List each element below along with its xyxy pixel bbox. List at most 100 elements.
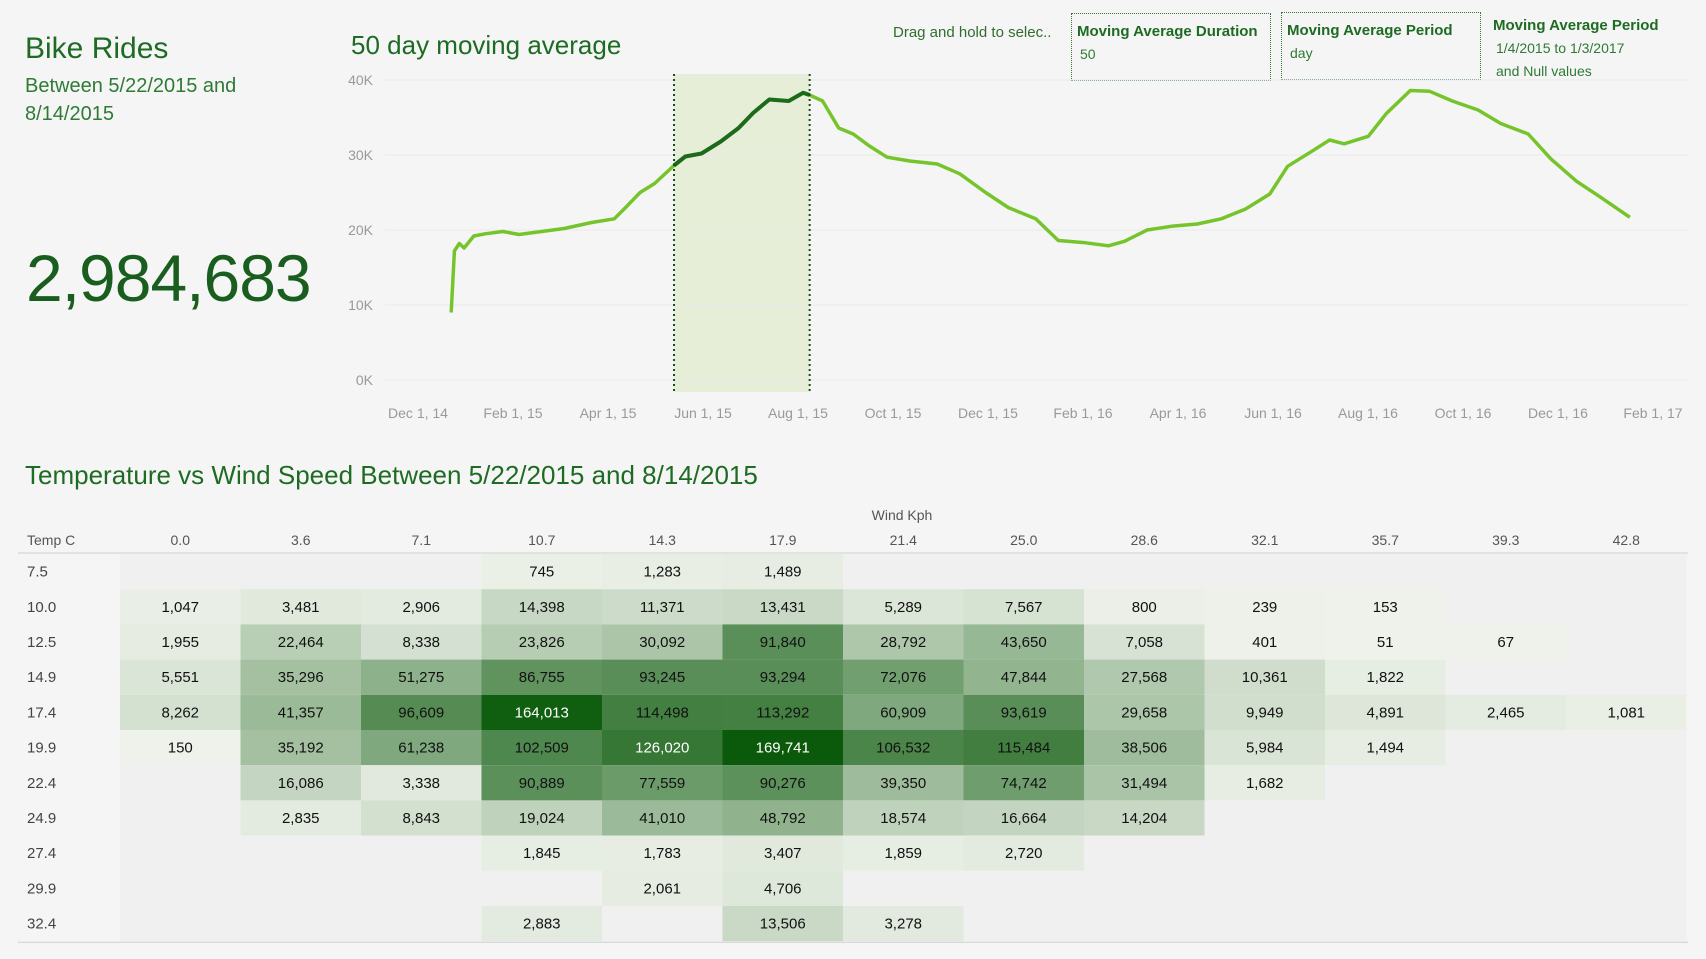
heatmap-empty-cell (1204, 554, 1325, 590)
column-header: 32.1 (1251, 532, 1278, 548)
heatmap-cell-label: 16,086 (278, 775, 324, 792)
heatmap-cell-label: 22,464 (278, 634, 324, 651)
heatmap-cell-label: 1,955 (161, 634, 199, 651)
heatmap-empty-cell (481, 870, 602, 906)
column-header: 3.6 (291, 532, 311, 548)
row-header: 17.4 (27, 704, 56, 721)
heatmap-cell-label: 13,506 (760, 916, 806, 933)
heatmap-empty-cell (1566, 800, 1687, 836)
heatmap-cell-label: 239 (1252, 599, 1277, 616)
heatmap-cell-label: 2,835 (282, 810, 320, 827)
heatmap-cell-label: 4,706 (764, 880, 802, 897)
heatmap-cell-label: 102,509 (515, 740, 569, 757)
heatmap-cell-label: 30,092 (639, 634, 685, 651)
heatmap-empty-cell (1325, 554, 1446, 590)
heatmap-cell-label: 19,024 (519, 810, 565, 827)
heatmap-cell-label: 61,238 (398, 740, 444, 757)
heatmap-cell-label: 1,494 (1366, 740, 1404, 757)
heatmap-cell-label: 23,826 (519, 634, 565, 651)
heatmap-cell-label: 35,296 (278, 669, 324, 686)
heatmap-cell-label: 800 (1132, 599, 1157, 616)
heatmap-empty-cell (1084, 835, 1205, 871)
heatmap-empty-cell (1084, 906, 1205, 942)
column-header: 35.7 (1372, 532, 1399, 548)
heatmap-cell-label: 14,204 (1121, 810, 1167, 827)
heatmap-cell-label: 169,741 (756, 740, 810, 757)
heatmap-cell-label: 67 (1497, 634, 1514, 651)
heatmap-cell-label: 93,245 (639, 669, 685, 686)
heatmap-empty-cell (1204, 906, 1325, 942)
heatmap-cell-label: 91,840 (760, 634, 806, 651)
heatmap-cell-label: 31,494 (1121, 775, 1167, 792)
heatmap-cell-label: 27,568 (1121, 669, 1167, 686)
temperature-wind-heatmap: Wind Kph Temp C 0.0 3.6 7.1 10.7 14.3 17.9 21.4 2… (18, 507, 1688, 943)
heatmap-cell-label: 7,058 (1125, 634, 1163, 651)
column-header: 25.0 (1010, 532, 1037, 548)
heatmap-empty-cell (120, 765, 241, 801)
heatmap-cell-label: 1,283 (643, 564, 681, 581)
heatmap-cell-label: 5,289 (884, 599, 922, 616)
column-header: 14.3 (649, 532, 676, 548)
heatmap-cell-label: 51 (1377, 634, 1394, 651)
heatmap-cell-label: 1,845 (523, 845, 561, 862)
heatmap-empty-cell (1204, 835, 1325, 871)
heatmap-cell-label: 1,822 (1366, 669, 1404, 686)
heatmap-cell-label: 1,783 (643, 845, 681, 862)
heatmap-empty-cell (1445, 870, 1566, 906)
heatmap-cell-label: 16,664 (1001, 810, 1047, 827)
heatmap-cell-label: 5,551 (161, 669, 199, 686)
heatmap-empty-cell (240, 835, 361, 871)
row-header: 19.9 (27, 740, 56, 757)
heatmap-empty-cell (120, 800, 241, 836)
heatmap-cell-label: 13,431 (760, 599, 806, 616)
heatmap-empty-cell (361, 870, 482, 906)
heatmap-cell-label: 51,275 (398, 669, 444, 686)
heatmap-cell-label: 2,465 (1487, 704, 1525, 721)
heatmap-empty-cell (1445, 554, 1566, 590)
heatmap-empty-cell (843, 554, 964, 590)
heatmap-cell-label: 2,720 (1005, 845, 1043, 862)
column-header: 39.3 (1492, 532, 1519, 548)
heatmap-cell-label: 126,020 (635, 740, 689, 757)
heatmap-cell-label: 7,567 (1005, 599, 1043, 616)
heatmap-cell-label: 41,357 (278, 704, 324, 721)
heatmap-cell-label: 2,906 (402, 599, 440, 616)
heatmap-cell-label: 60,909 (880, 704, 926, 721)
column-header: 42.8 (1613, 532, 1640, 548)
heatmap-empty-cell (1445, 800, 1566, 836)
column-header: 7.1 (412, 532, 432, 548)
heatmap-cell-label: 48,792 (760, 810, 806, 827)
row-header: 7.5 (27, 564, 48, 581)
row-header: 27.4 (27, 845, 56, 862)
heatmap-empty-cell (1445, 906, 1566, 942)
heatmap-cell-label: 35,192 (278, 740, 324, 757)
heatmap-cell-label: 18,574 (880, 810, 926, 827)
heatmap-cell-label: 9,949 (1246, 704, 1284, 721)
heatmap-cell-label: 11,371 (640, 599, 685, 616)
heatmap-empty-cell (361, 906, 482, 942)
heatmap-empty-cell (963, 870, 1084, 906)
heatmap-cell-label: 153 (1373, 599, 1398, 616)
row-header: 12.5 (27, 634, 56, 651)
heatmap-cell-label: 2,883 (523, 916, 561, 933)
heatmap-cell-label: 8,338 (402, 634, 440, 651)
column-header: 21.4 (890, 532, 917, 548)
heatmap-empty-cell (1084, 870, 1205, 906)
heatmap-empty-cell (120, 870, 241, 906)
heatmap-cell-label: 164,013 (515, 704, 569, 721)
heatmap-empty-cell (120, 554, 241, 590)
heatmap-cell-label: 2,061 (643, 880, 681, 897)
row-header: 22.4 (27, 775, 56, 792)
heatmap-empty-cell (240, 870, 361, 906)
heatmap-cell-label: 5,984 (1246, 740, 1284, 757)
heatmap-empty-cell (1204, 870, 1325, 906)
heatmap-cell-label: 745 (529, 564, 554, 581)
heatmap-empty-cell (1445, 659, 1566, 695)
heatmap-cell-label: 28,792 (880, 634, 926, 651)
heatmap-empty-cell (120, 835, 241, 871)
heatmap-empty-cell (361, 835, 482, 871)
heatmap-cell-label: 90,276 (760, 775, 806, 792)
heatmap-cell-label: 47,844 (1001, 669, 1047, 686)
heatmap-empty-cell (1566, 554, 1687, 590)
heatmap-empty-cell (1084, 554, 1205, 590)
